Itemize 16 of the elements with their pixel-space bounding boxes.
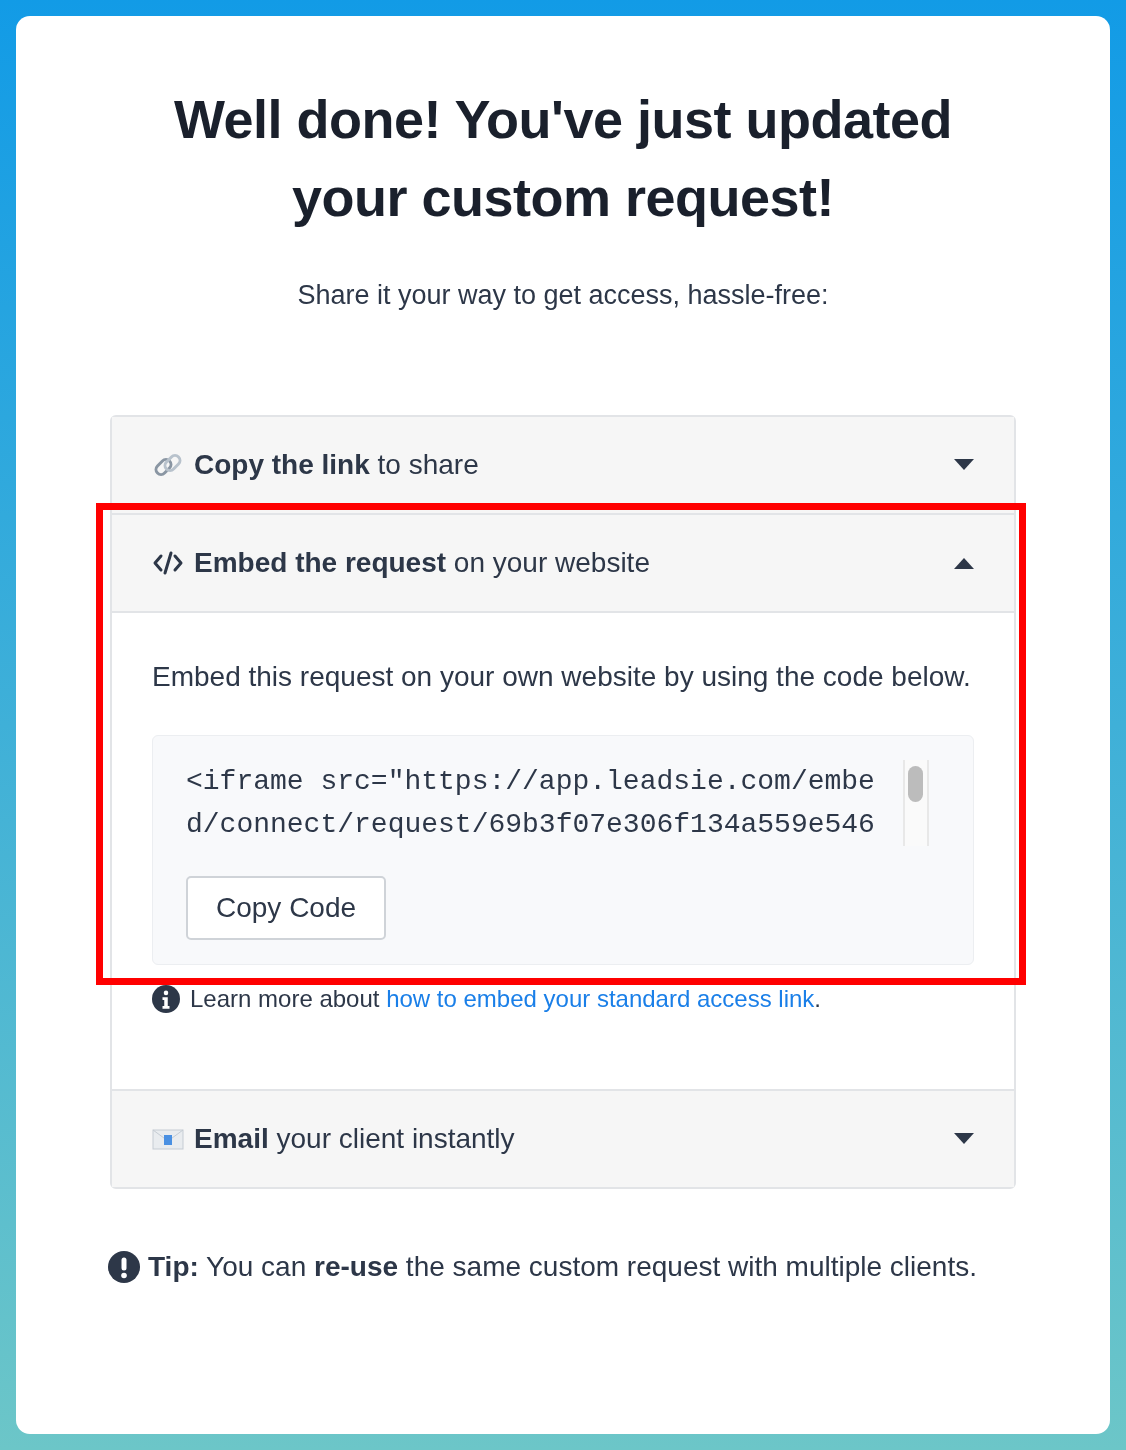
caret-icon	[954, 1133, 974, 1145]
exclamation-icon	[108, 1251, 140, 1283]
page-title: Well done! You've just updated your custom request!	[173, 88, 953, 229]
accordion-header[interactable]: Embed the request on your website	[112, 515, 1014, 613]
caret-icon	[954, 459, 974, 471]
tip-text: Tip: You can re-use the same custom request with multiple clients.	[148, 1250, 977, 1284]
info-icon	[152, 985, 180, 1013]
description: Embed this request on your own website by using the code below.	[152, 660, 972, 694]
copy-code-button[interactable]: Copy Code	[186, 876, 387, 940]
subtitle: Share it your way to get access, hassle-free:	[296, 280, 830, 311]
accordion-header[interactable]: Copy the link to share	[112, 417, 1014, 515]
caret-icon	[954, 557, 974, 569]
help-link[interactable]: how to embed your standard access link	[386, 985, 815, 1012]
code-field[interactable]: <iframe src="https://app.leadsie.com/embed/connect/request/69b3f07e306f134a559e546	[186, 760, 875, 846]
accordion-header[interactable]: Email your client instantly	[112, 1091, 1014, 1187]
help-text: Learn more about how to embed your standard access link.	[190, 985, 822, 1013]
